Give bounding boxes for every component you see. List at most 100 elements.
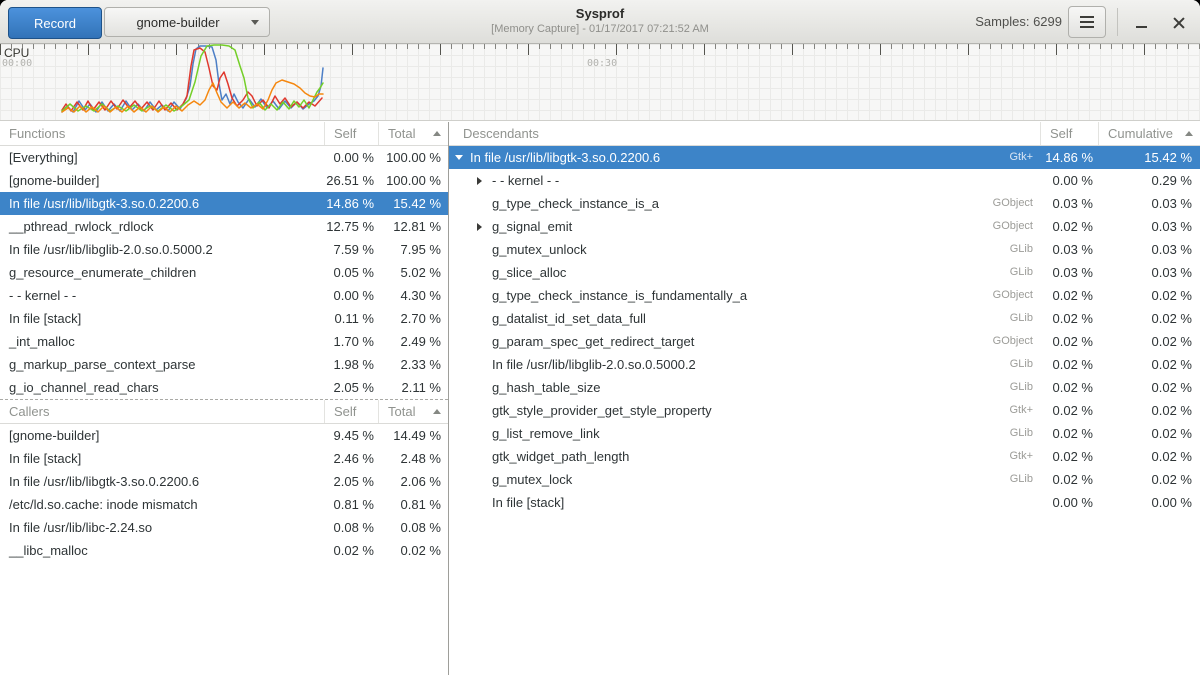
- function-self-percent: 7.59 %: [324, 238, 378, 261]
- descendant-name: gtk_widget_path_length: [492, 445, 629, 468]
- function-self-percent: 12.75 %: [324, 215, 378, 238]
- descendant-cumulative-percent: 15.42 %: [1098, 146, 1200, 169]
- caller-self-percent: 2.46 %: [324, 447, 378, 470]
- descendants-cumulative-column-header[interactable]: Cumulative: [1098, 122, 1200, 145]
- caller-row[interactable]: __libc_malloc 0.02 % 0.02 %: [0, 539, 448, 562]
- callers-column-header[interactable]: Callers: [0, 400, 324, 423]
- expander-icon[interactable]: [477, 223, 492, 231]
- sort-ascending-icon: [433, 131, 441, 136]
- function-row[interactable]: g_io_channel_read_chars 2.05 % 2.11 %: [0, 376, 448, 399]
- descendants-self-column-header[interactable]: Self: [1040, 122, 1098, 145]
- descendant-cumulative-percent: 0.03 %: [1098, 215, 1200, 238]
- descendant-row[interactable]: g_param_spec_get_redirect_target GObject…: [449, 330, 1200, 353]
- caller-row[interactable]: [gnome-builder] 9.45 % 14.49 %: [0, 424, 448, 447]
- descendant-row[interactable]: gtk_style_provider_get_style_property Gt…: [449, 399, 1200, 422]
- callers-table-header: Callers Self Total: [0, 400, 448, 424]
- descendant-row[interactable]: In file /usr/lib/libgtk-3.so.0.2200.6 Gt…: [449, 146, 1200, 169]
- descendant-row[interactable]: In file [stack] 0.00 % 0.00 %: [449, 491, 1200, 514]
- library-badge: [1033, 491, 1040, 514]
- descendant-cumulative-percent: 0.02 %: [1098, 376, 1200, 399]
- expander-icon[interactable]: [477, 177, 492, 185]
- descendant-row[interactable]: g_type_check_instance_is_a GObject 0.03 …: [449, 192, 1200, 215]
- menu-button[interactable]: [1068, 6, 1106, 38]
- functions-self-column-header[interactable]: Self: [324, 122, 378, 145]
- descendant-row[interactable]: g_list_remove_link GLib 0.02 % 0.02 %: [449, 422, 1200, 445]
- descendants-table-body: In file /usr/lib/libgtk-3.so.0.2200.6 Gt…: [449, 146, 1200, 514]
- descendants-table-header: Descendants Self Cumulative: [449, 122, 1200, 146]
- descendant-self-percent: 0.02 %: [1040, 353, 1098, 376]
- sysprof-window: Record gnome-builder Sysprof [Memory Cap…: [0, 0, 1200, 675]
- descendant-self-percent: 0.00 %: [1040, 169, 1098, 192]
- descendant-cumulative-percent: 0.02 %: [1098, 468, 1200, 491]
- function-total-percent: 2.70 %: [378, 307, 448, 330]
- function-row[interactable]: [Everything] 0.00 % 100.00 %: [0, 146, 448, 169]
- close-button[interactable]: [1166, 10, 1192, 36]
- descendant-name: g_datalist_id_set_data_full: [492, 307, 646, 330]
- minimize-button[interactable]: [1128, 10, 1154, 36]
- functions-total-column-header[interactable]: Total: [378, 122, 448, 145]
- descendant-row[interactable]: g_mutex_lock GLib 0.02 % 0.02 %: [449, 468, 1200, 491]
- function-self-percent: 0.00 %: [324, 146, 378, 169]
- descendant-row[interactable]: g_mutex_unlock GLib 0.03 % 0.03 %: [449, 238, 1200, 261]
- function-row[interactable]: g_resource_enumerate_children 0.05 % 5.0…: [0, 261, 448, 284]
- caller-name: __libc_malloc: [0, 539, 324, 562]
- descendant-row[interactable]: g_type_check_instance_is_fundamentally_a…: [449, 284, 1200, 307]
- function-total-percent: 2.33 %: [378, 353, 448, 376]
- caller-row[interactable]: In file /usr/lib/libgtk-3.so.0.2200.6 2.…: [0, 470, 448, 493]
- descendant-name: gtk_style_provider_get_style_property: [492, 399, 712, 422]
- record-button[interactable]: Record: [8, 7, 102, 39]
- library-badge: GLib: [1010, 353, 1040, 376]
- function-total-percent: 2.49 %: [378, 330, 448, 353]
- library-badge: Gtk+: [1009, 399, 1040, 422]
- caller-name: In file /usr/lib/libc-2.24.so: [0, 516, 324, 539]
- function-row[interactable]: _int_malloc 1.70 % 2.49 %: [0, 330, 448, 353]
- function-row[interactable]: __pthread_rwlock_rdlock 12.75 % 12.81 %: [0, 215, 448, 238]
- library-badge: GObject: [993, 330, 1040, 353]
- functions-column-header[interactable]: Functions: [0, 122, 324, 145]
- descendants-column-header[interactable]: Descendants: [449, 122, 1040, 145]
- descendant-name: g_type_check_instance_is_fundamentally_a: [492, 284, 747, 307]
- library-badge: GLib: [1010, 307, 1040, 330]
- descendant-row[interactable]: - - kernel - - 0.00 % 0.29 %: [449, 169, 1200, 192]
- cpu-usage-graph[interactable]: CPU 00:00 00:30: [0, 44, 1200, 121]
- descendant-row[interactable]: gtk_widget_path_length Gtk+ 0.02 % 0.02 …: [449, 445, 1200, 468]
- function-row[interactable]: [gnome-builder] 26.51 % 100.00 %: [0, 169, 448, 192]
- function-row[interactable]: g_markup_parse_context_parse 1.98 % 2.33…: [0, 353, 448, 376]
- close-icon: [1173, 17, 1185, 29]
- expander-icon[interactable]: [455, 155, 470, 160]
- function-row[interactable]: In file /usr/lib/libglib-2.0.so.0.5000.2…: [0, 238, 448, 261]
- library-badge: Gtk+: [1009, 146, 1040, 169]
- function-name: [gnome-builder]: [0, 169, 324, 192]
- function-total-percent: 100.00 %: [378, 146, 448, 169]
- samples-count: Samples: 6299: [975, 14, 1062, 29]
- caller-row[interactable]: In file [stack] 2.46 % 2.48 %: [0, 447, 448, 470]
- callers-self-column-header[interactable]: Self: [324, 400, 378, 423]
- sort-ascending-icon: [433, 409, 441, 414]
- descendant-row[interactable]: g_slice_alloc GLib 0.03 % 0.03 %: [449, 261, 1200, 284]
- function-total-percent: 12.81 %: [378, 215, 448, 238]
- function-row[interactable]: - - kernel - - 0.00 % 4.30 %: [0, 284, 448, 307]
- function-self-percent: 14.86 %: [324, 192, 378, 215]
- caller-row[interactable]: In file /usr/lib/libc-2.24.so 0.08 % 0.0…: [0, 516, 448, 539]
- descendant-self-percent: 0.02 %: [1040, 445, 1098, 468]
- descendant-row[interactable]: g_hash_table_size GLib 0.02 % 0.02 %: [449, 376, 1200, 399]
- descendant-row[interactable]: g_datalist_id_set_data_full GLib 0.02 % …: [449, 307, 1200, 330]
- function-self-percent: 1.70 %: [324, 330, 378, 353]
- function-row[interactable]: In file /usr/lib/libgtk-3.so.0.2200.6 14…: [0, 192, 448, 215]
- descendant-name: g_hash_table_size: [492, 376, 600, 399]
- descendant-cumulative-percent: 0.00 %: [1098, 491, 1200, 514]
- function-name: __pthread_rwlock_rdlock: [0, 215, 324, 238]
- descendant-name: In file /usr/lib/libglib-2.0.so.0.5000.2: [492, 353, 696, 376]
- target-selector-dropdown[interactable]: gnome-builder: [104, 7, 270, 37]
- caller-row[interactable]: /etc/ld.so.cache: inode mismatch 0.81 % …: [0, 493, 448, 516]
- descendant-name: - - kernel - -: [492, 169, 559, 192]
- descendant-self-percent: 0.03 %: [1040, 192, 1098, 215]
- descendant-row[interactable]: g_signal_emit GObject 0.02 % 0.03 %: [449, 215, 1200, 238]
- function-name: [Everything]: [0, 146, 324, 169]
- descendant-cumulative-percent: 0.03 %: [1098, 261, 1200, 284]
- descendant-name: g_signal_emit: [492, 215, 572, 238]
- library-badge: GObject: [993, 284, 1040, 307]
- function-row[interactable]: In file [stack] 0.11 % 2.70 %: [0, 307, 448, 330]
- callers-total-column-header[interactable]: Total: [378, 400, 448, 423]
- descendant-row[interactable]: In file /usr/lib/libglib-2.0.so.0.5000.2…: [449, 353, 1200, 376]
